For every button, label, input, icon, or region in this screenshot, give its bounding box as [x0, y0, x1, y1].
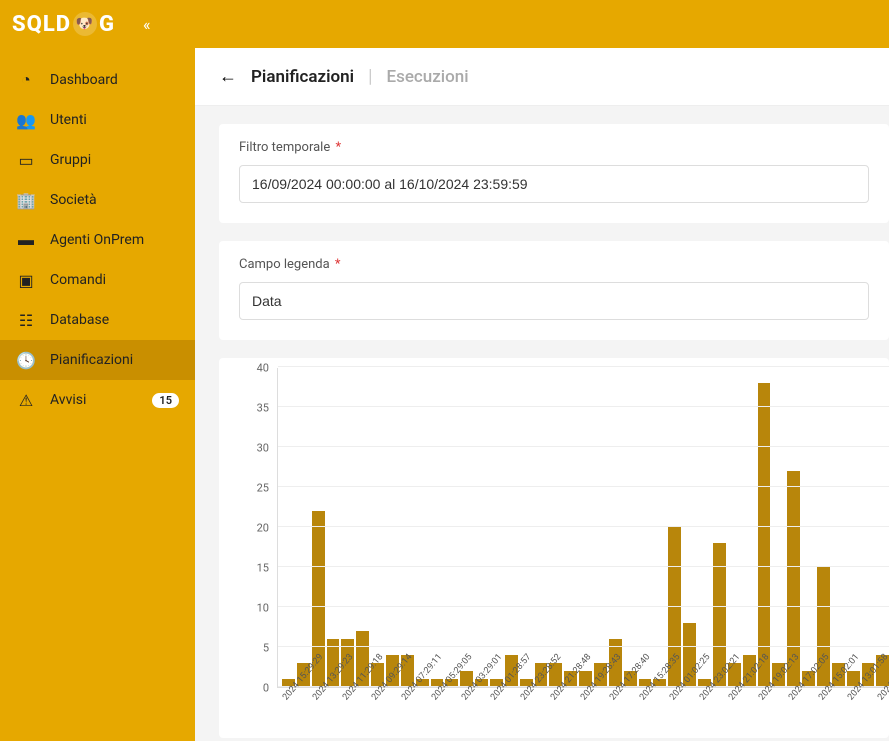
x-tick-label: 2024 03:29:01: [460, 686, 476, 702]
sidebar-item-avvisi[interactable]: ⚠ Avvisi 15: [0, 380, 195, 420]
societa-icon: 🏢: [16, 190, 36, 210]
y-tick: 0: [263, 682, 269, 695]
x-tick-label: 2024 17:28:40: [608, 686, 624, 702]
x-tick-label: 2024 15:28:35: [638, 686, 654, 702]
bar-chart: 0510152025303540 2024 15:29:292024 13:29…: [229, 368, 889, 738]
x-tick-label: 2024 13:29:23: [311, 686, 327, 702]
brand-text-1: SQLD: [12, 12, 71, 37]
x-tick-label: 2024 01:02:25: [668, 686, 684, 702]
y-tick: 20: [257, 522, 269, 535]
sidebar-item-label: Agenti OnPrem: [50, 232, 144, 248]
y-tick: 25: [257, 482, 269, 495]
x-tick-label: 2024 21:02:18: [727, 686, 743, 702]
filter-legend-label: Campo legenda *: [239, 257, 869, 272]
x-tick-label: 2024 23:02:21: [698, 686, 714, 702]
main-content: ← Pianificazioni | Esecuzioni Filtro tem…: [195, 48, 889, 741]
topbar: SQLD 🐶 G «: [0, 0, 889, 48]
chart-x-axis: 2024 15:29:29 2024 13:29:23 2024 11:29:18 2…: [277, 688, 889, 706]
sidebar-item-utenti[interactable]: 👥 Utenti: [0, 100, 195, 140]
x-tick-label: 2024 05:29:05: [430, 686, 446, 702]
sidebar-badge: 15: [152, 393, 179, 408]
chart-container: 0 5 10 15 20 25 30 35 40 2024 15:29:29 2024 13:29…: [219, 358, 889, 738]
x-tick-label: 2024 11:29:18: [341, 686, 357, 702]
brand-text-2: G: [99, 12, 115, 37]
agenti-onprem-icon: ▬: [16, 230, 36, 250]
utenti-icon: 👥: [16, 110, 36, 130]
y-tick: 5: [263, 642, 269, 655]
x-tick-label: 2024 23:28:52: [519, 686, 535, 702]
y-tick: 30: [257, 442, 269, 455]
x-tick-label: 2024 15:29:29: [281, 686, 297, 702]
pianificazioni-icon: 🕓: [16, 350, 36, 370]
sidebar-item-dashboard[interactable]: ◔ Dashboard: [0, 60, 195, 100]
breadcrumb-separator: |: [368, 66, 372, 87]
sidebar-item-label: Pianificazioni: [50, 352, 133, 368]
x-tick-label: 2024 19:28:43: [579, 686, 595, 702]
x-tick-label: 2024 13:01:58: [846, 686, 862, 702]
required-asterisk: *: [332, 140, 341, 155]
required-asterisk: *: [332, 257, 341, 272]
avvisi-icon: ⚠: [16, 390, 36, 410]
x-tick-label: 2024 09:29:14: [370, 686, 386, 702]
y-tick: 35: [257, 402, 269, 415]
y-tick: 10: [257, 602, 269, 615]
x-tick-label: 2024 11:01:54: [876, 686, 889, 702]
sidebar-item-label: Gruppi: [50, 152, 91, 168]
x-tick-label: 2024 01:28:57: [489, 686, 505, 702]
comandi-icon: ▣: [16, 270, 36, 290]
sidebar: ◔ Dashboard 👥 Utenti ▭ Gruppi 🏢 Società ▬ Agenti …: [0, 48, 195, 741]
sidebar-item-pianificazioni[interactable]: 🕓 Pianificazioni: [0, 340, 195, 380]
sidebar-item-agenti-onprem[interactable]: ▬ Agenti OnPrem: [0, 220, 195, 260]
sidebar-item-label: Avvisi: [50, 392, 86, 408]
filter-temporal-input[interactable]: [239, 165, 869, 203]
sidebar-item-comandi[interactable]: ▣ Comandi: [0, 260, 195, 300]
gruppi-icon: ▭: [16, 150, 36, 170]
chart-bars: [278, 368, 889, 687]
page-header: ← Pianificazioni | Esecuzioni: [195, 48, 889, 106]
sidebar-item-gruppi[interactable]: ▭ Gruppi: [0, 140, 195, 180]
x-tick-label: 2024 19:02:13: [757, 686, 773, 702]
x-tick-label: 2024 17:02:05: [787, 686, 803, 702]
sidebar-item-database[interactable]: ☷ Database: [0, 300, 195, 340]
sidebar-collapse-button[interactable]: «: [143, 15, 151, 34]
dashboard-icon: ◔: [16, 70, 36, 90]
x-tick-label: 2024 21:28:48: [549, 686, 565, 702]
sidebar-item-societa[interactable]: 🏢 Società: [0, 180, 195, 220]
sidebar-item-label: Utenti: [50, 112, 87, 128]
chart-y-axis: 0510152025303540: [229, 368, 277, 688]
brand-logo: SQLD 🐶 G: [12, 12, 115, 37]
sidebar-item-label: Dashboard: [50, 72, 118, 88]
sidebar-item-label: Comandi: [50, 272, 106, 288]
filter-legend-input[interactable]: [239, 282, 869, 320]
dog-icon: 🐶: [73, 12, 97, 36]
breadcrumb-current: Pianificazioni: [251, 67, 354, 87]
breadcrumb-trail: Esecuzioni: [386, 67, 468, 87]
filter-temporal-block: Filtro temporale *: [219, 124, 889, 223]
sidebar-item-label: Società: [50, 192, 97, 208]
x-tick-label: 2024 15:02:01: [817, 686, 833, 702]
y-tick: 40: [257, 362, 269, 375]
sidebar-item-label: Database: [50, 312, 109, 328]
database-icon: ☷: [16, 310, 36, 330]
chart-bar: [758, 383, 771, 687]
x-tick-label: 2024 07:29:11: [400, 686, 416, 702]
y-tick: 15: [257, 562, 269, 575]
filter-temporal-label: Filtro temporale *: [239, 140, 869, 155]
filter-legend-block: Campo legenda *: [219, 241, 889, 340]
back-arrow-icon[interactable]: ←: [219, 66, 237, 87]
chart-plot-area: [277, 368, 889, 688]
